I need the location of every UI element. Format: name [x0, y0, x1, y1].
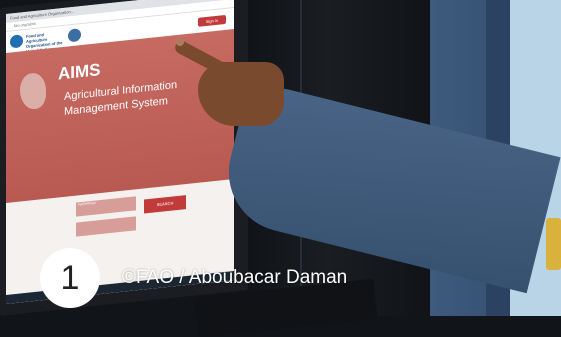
fao-logo-icon [10, 34, 23, 49]
search-button: SEARCH [144, 195, 186, 214]
secondary-field [76, 216, 136, 237]
photo-caption: 1 ©FAO / Aboubacar Daman [40, 247, 347, 309]
search-field: AgriRefinings [76, 196, 136, 217]
pointing-hand [198, 62, 284, 126]
fingertip [176, 38, 184, 46]
sign-in-button: Sign in [198, 14, 226, 27]
emblem-icon [68, 28, 81, 43]
caption-number: 1 [40, 248, 100, 308]
africa-map-icon [20, 71, 46, 111]
id-badge [546, 218, 561, 270]
photo-credit: ©FAO / Aboubacar Daman [122, 267, 348, 288]
